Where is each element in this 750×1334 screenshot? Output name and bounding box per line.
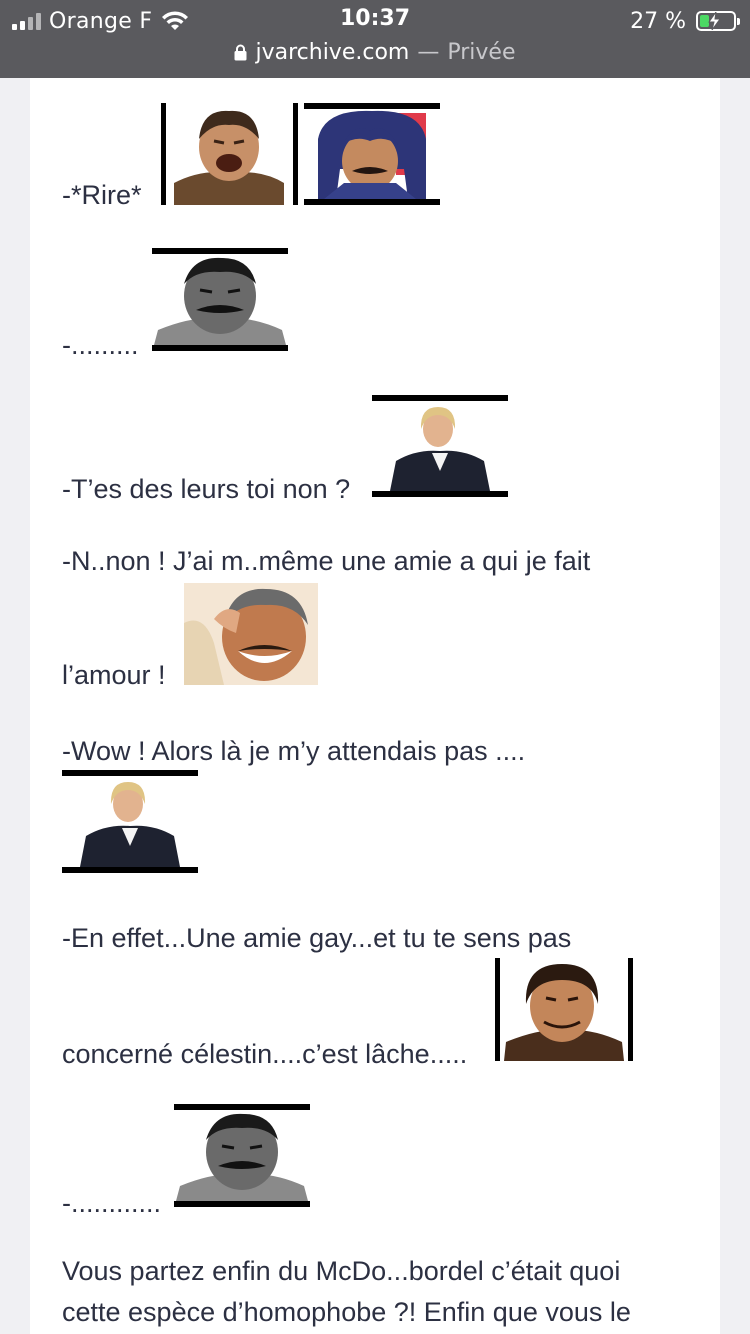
post-line: -......... — [62, 330, 139, 360]
risitas-serious-sticker — [152, 248, 288, 351]
blonde-woman-sticker — [372, 395, 508, 497]
post-line: Vous partez enfin du McDo...bordel c’éta… — [62, 1256, 621, 1286]
post-line: -T’es des leurs toi non ? — [62, 474, 351, 504]
battery-percent: 27 % — [630, 8, 686, 34]
anime-hair-man-sticker — [304, 103, 440, 205]
post-line: -En effet...Une amie gay...et tu te sens… — [62, 923, 572, 953]
url-text[interactable]: jvarchive.com — [255, 40, 409, 65]
risitas-serious-sticker — [174, 1104, 310, 1207]
page-content: -*Rire* -......... -T’es des leurs toi n… — [30, 78, 720, 1334]
post-line: -*Rire* — [62, 180, 142, 210]
battery-charging-icon — [696, 11, 740, 31]
post-line: l’amour ! — [62, 660, 166, 690]
blonde-woman-sticker — [62, 770, 198, 873]
post-line: -............ — [62, 1188, 162, 1218]
private-mode-label: Privée — [447, 40, 516, 65]
status-bar: Orange F 10:37 27 % jvarchive.com — Priv… — [0, 0, 750, 78]
post-line: cette espèce d’homophobe ?! Enfin que vo… — [62, 1297, 631, 1327]
url-bar[interactable]: jvarchive.com — Privée — [0, 40, 750, 65]
laughing-man-sticker — [161, 103, 298, 205]
status-right: 27 % — [630, 8, 740, 34]
risitas-laughing-sticker — [184, 583, 318, 685]
post-line: -Wow ! Alors là je m’y attendais pas ...… — [62, 736, 526, 766]
post-line: concerné célestin....c’est lâche..... — [62, 1039, 468, 1069]
post-line: -N..non ! J’ai m..même une amie a qui je… — [62, 546, 591, 576]
lock-icon — [234, 44, 247, 61]
post-body: -*Rire* -......... -T’es des leurs toi n… — [30, 78, 720, 1334]
url-separator: — — [417, 40, 440, 65]
smirking-man-sticker — [495, 958, 633, 1061]
